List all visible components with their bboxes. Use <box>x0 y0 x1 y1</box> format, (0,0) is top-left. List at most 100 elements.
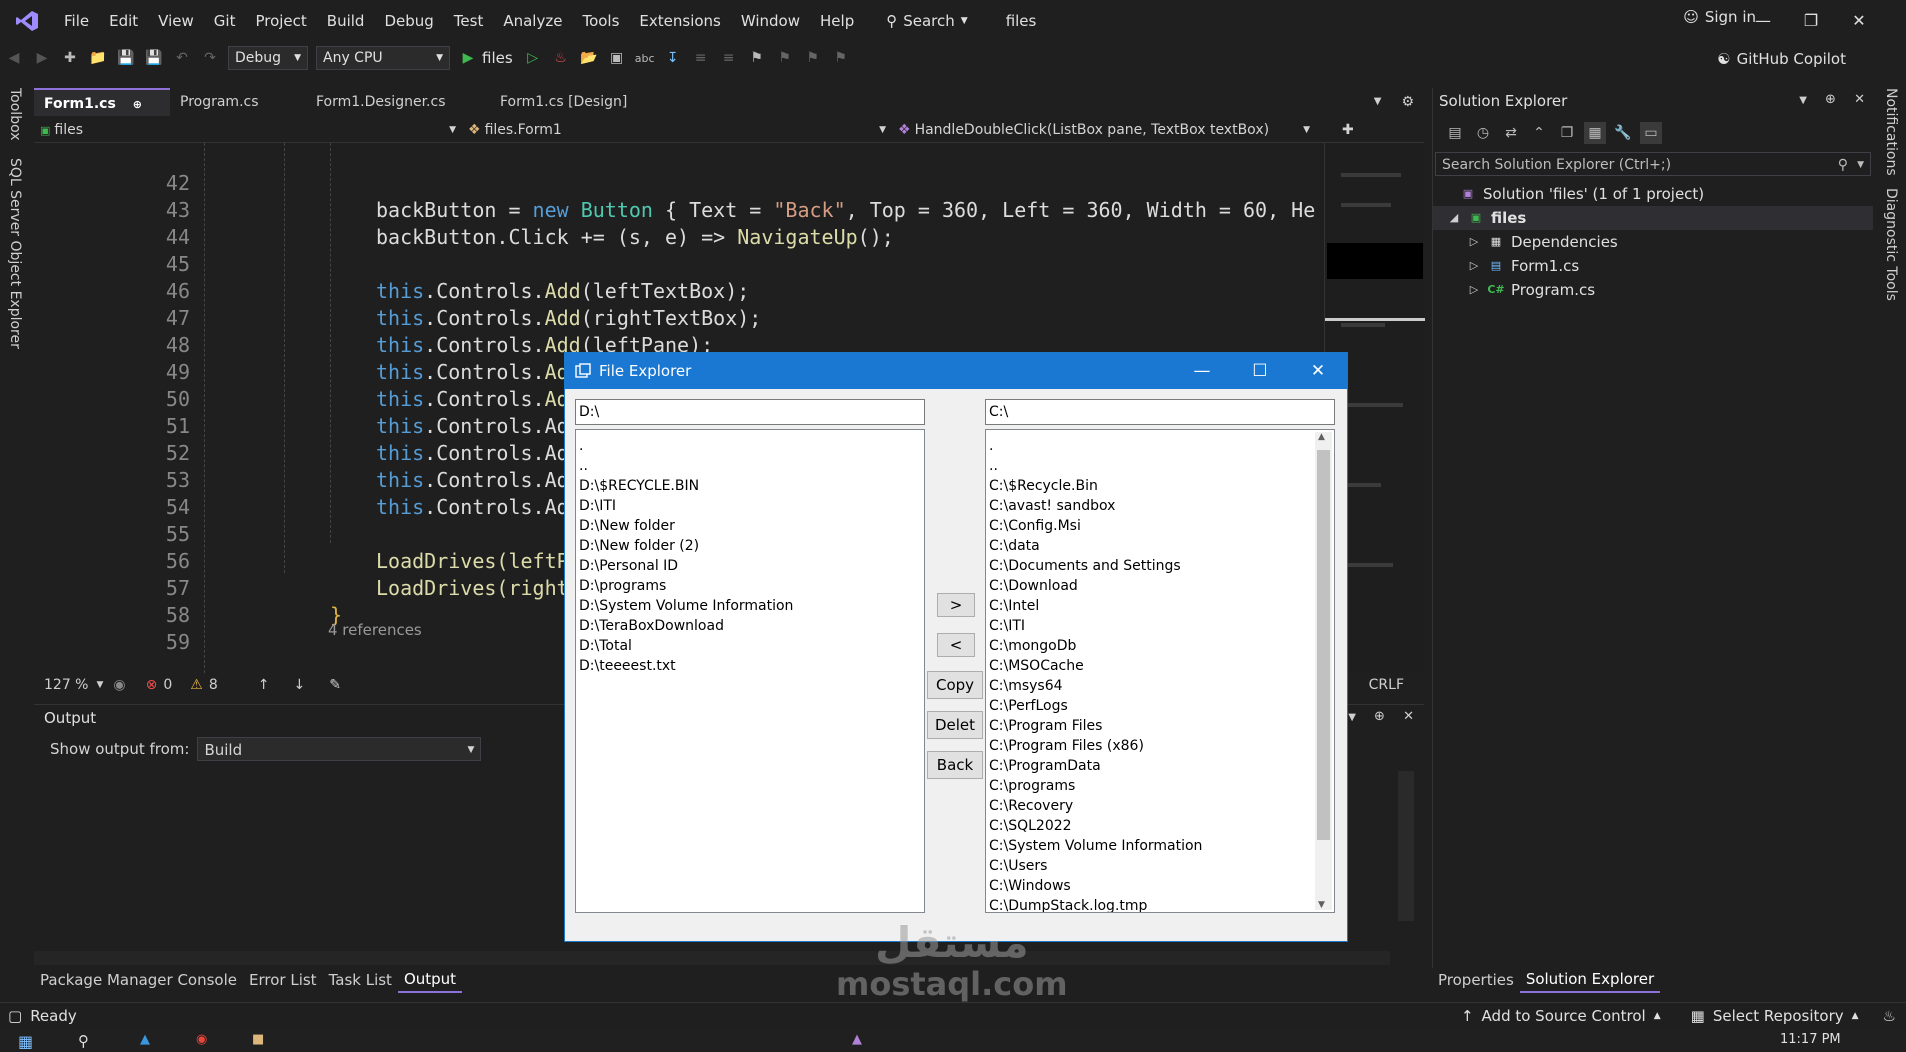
tab-package-manager-console[interactable]: Package Manager Console <box>34 968 243 992</box>
prev-bookmark-icon[interactable]: ⚑ <box>774 47 796 69</box>
delete-button[interactable]: Delet <box>927 711 983 739</box>
warning-count[interactable]: 8 <box>209 677 218 693</box>
file-explorer-titlebar[interactable]: File Explorer — ☐ ✕ <box>565 353 1347 389</box>
arrow-up-icon[interactable]: ↑ <box>258 677 270 693</box>
menu-help[interactable]: Help <box>810 7 864 35</box>
pin-icon[interactable]: ⊕ <box>1374 709 1385 724</box>
filter-icon[interactable]: ▦ <box>1584 122 1606 144</box>
step-icon[interactable]: ↧ <box>662 47 684 69</box>
save-all-icon[interactable]: 💾 <box>143 47 165 69</box>
list-item[interactable]: . <box>576 436 924 456</box>
chevron-down-icon[interactable]: ▼ <box>1799 95 1807 106</box>
spell-check-icon[interactable]: abc <box>634 47 656 69</box>
list-item[interactable]: D:\teeeest.txt <box>576 656 924 676</box>
list-item[interactable]: C:\Download <box>986 576 1334 596</box>
collapse-all-icon[interactable]: ⌃ <box>1528 122 1550 144</box>
list-item[interactable]: D:\TeraBoxDownload <box>576 616 924 636</box>
add-to-source-control-button[interactable]: Add to Source Control <box>1482 1007 1646 1025</box>
bookmark-icon[interactable]: ⚑ <box>746 47 768 69</box>
list-item[interactable]: C:\Config.Msi <box>986 516 1334 536</box>
diagnostic-tools-tab[interactable]: Diagnostic Tools <box>1883 188 1899 301</box>
list-item[interactable]: .. <box>576 456 924 476</box>
taskbar-chrome-icon[interactable]: ◉ <box>196 1032 207 1047</box>
list-item[interactable]: . <box>986 436 1334 456</box>
split-window-icon[interactable]: ✚ <box>1336 119 1360 141</box>
tab-form1-cs[interactable]: Form1.cs ⊕ ✕ <box>34 88 170 141</box>
pin-icon[interactable]: ⊕ <box>133 98 142 111</box>
fe-minimize-button[interactable]: — <box>1173 353 1231 389</box>
close-window-button[interactable]: ✕ <box>1836 6 1882 36</box>
member-select[interactable]: ❖ HandleDoubleClick(ListBox pane, TextBox… <box>892 119 1316 141</box>
start-without-debugging-icon[interactable]: ▷ <box>522 47 544 69</box>
fe-maximize-button[interactable]: ☐ <box>1231 353 1289 389</box>
taskbar-search-icon[interactable]: ⚲ <box>78 1032 89 1050</box>
redo-icon[interactable]: ↷ <box>199 47 221 69</box>
tab-properties[interactable]: Properties <box>1432 968 1520 992</box>
next-bookmark-icon[interactable]: ⚑ <box>802 47 824 69</box>
tab-form1-design[interactable]: Form1.cs [Design] <box>490 88 690 116</box>
sync-icon[interactable]: ⇄ <box>1500 122 1522 144</box>
menu-edit[interactable]: Edit <box>99 7 148 35</box>
layout-icon[interactable]: ▣ <box>606 47 628 69</box>
toolbox-tab[interactable]: Toolbox <box>7 88 23 141</box>
menu-tools[interactable]: Tools <box>572 7 629 35</box>
open-folder-icon[interactable]: 📁 <box>87 47 109 69</box>
minimize-button[interactable]: — <box>1740 6 1786 36</box>
undo-icon[interactable]: ↶ <box>171 47 193 69</box>
run-target-label[interactable]: files <box>482 49 513 67</box>
list-item[interactable]: C:\avast! sandbox <box>986 496 1334 516</box>
solution-folder-icon[interactable]: 📂 <box>578 47 600 69</box>
tab-solution-explorer[interactable]: Solution Explorer <box>1519 967 1661 993</box>
expanded-caret-icon[interactable]: ◢ <box>1447 206 1461 230</box>
brush-icon[interactable]: ✎ <box>329 677 341 693</box>
pin-icon[interactable]: ⊕ <box>1825 92 1836 107</box>
output-vertical-scrollbar[interactable] <box>1398 771 1414 921</box>
save-icon[interactable]: 💾 <box>115 47 137 69</box>
hot-reload-icon[interactable]: ♨ <box>550 47 572 69</box>
list-item[interactable]: C:\Recovery <box>986 796 1334 816</box>
menu-extensions[interactable]: Extensions <box>629 7 730 35</box>
tree-item-dependencies[interactable]: ▷ ▦ Dependencies <box>1433 230 1873 254</box>
list-item[interactable]: C:\ProgramData <box>986 756 1334 776</box>
project-select[interactable]: ▣ files ▼ <box>34 119 462 141</box>
list-item[interactable]: C:\data <box>986 536 1334 556</box>
line-ending-indicator[interactable]: CRLF <box>1369 677 1404 693</box>
scrollbar-thumb[interactable] <box>1317 450 1330 840</box>
list-item[interactable]: C:\ITI <box>986 616 1334 636</box>
taskbar-folder-icon[interactable]: ■ <box>252 1032 264 1047</box>
move-left-button[interactable]: < <box>937 633 975 657</box>
list-item[interactable]: C:\programs <box>986 776 1334 796</box>
taskbar-vscode-icon[interactable]: ▲ <box>140 1032 150 1047</box>
history-icon[interactable]: ◷ <box>1472 122 1494 144</box>
list-item[interactable]: D:\New folder <box>576 516 924 536</box>
list-item[interactable]: C:\Documents and Settings <box>986 556 1334 576</box>
back-nav-icon[interactable]: ◀ <box>3 47 25 69</box>
indent-icon[interactable]: ≡ <box>690 47 712 69</box>
list-item[interactable]: D:\New folder (2) <box>576 536 924 556</box>
close-icon[interactable]: ✕ <box>1854 92 1865 107</box>
tree-item-program-cs[interactable]: ▷ C# Program.cs <box>1433 278 1873 302</box>
menu-build[interactable]: Build <box>317 7 375 35</box>
collapsed-caret-icon[interactable]: ▷ <box>1467 278 1481 302</box>
tab-task-list[interactable]: Task List <box>323 968 398 992</box>
tab-overflow-icon[interactable]: ▼ <box>1364 88 1392 116</box>
list-item[interactable]: C:\msys64 <box>986 676 1334 696</box>
outdent-icon[interactable]: ≡ <box>718 47 740 69</box>
restore-button[interactable]: ❐ <box>1788 6 1834 36</box>
windows-start-icon[interactable]: ▦ <box>18 1032 33 1051</box>
tree-item-project[interactable]: ◢ ▣ files <box>1433 206 1873 230</box>
output-source-select[interactable]: Build ▼ <box>197 737 482 761</box>
list-item[interactable]: C:\Users <box>986 856 1334 876</box>
list-item[interactable]: C:\Windows <box>986 876 1334 896</box>
menu-analyze[interactable]: Analyze <box>493 7 572 35</box>
new-project-icon[interactable]: ✚ <box>59 47 81 69</box>
notification-bell-icon[interactable]: ♨ <box>1883 1007 1896 1025</box>
right-pane-scrollbar[interactable]: ▲ ▼ <box>1315 432 1332 910</box>
copy-button[interactable]: Copy <box>927 671 983 699</box>
sql-server-object-explorer-tab[interactable]: SQL Server Object Explorer <box>7 158 23 349</box>
scroll-down-icon[interactable]: ▼ <box>1318 900 1325 910</box>
code-lens-references[interactable]: 4 references <box>328 621 422 639</box>
list-item[interactable]: C:\Program Files (x86) <box>986 736 1334 756</box>
error-count[interactable]: 0 <box>163 677 172 693</box>
class-select[interactable]: ❖ files.Form1 ▼ <box>462 119 892 141</box>
